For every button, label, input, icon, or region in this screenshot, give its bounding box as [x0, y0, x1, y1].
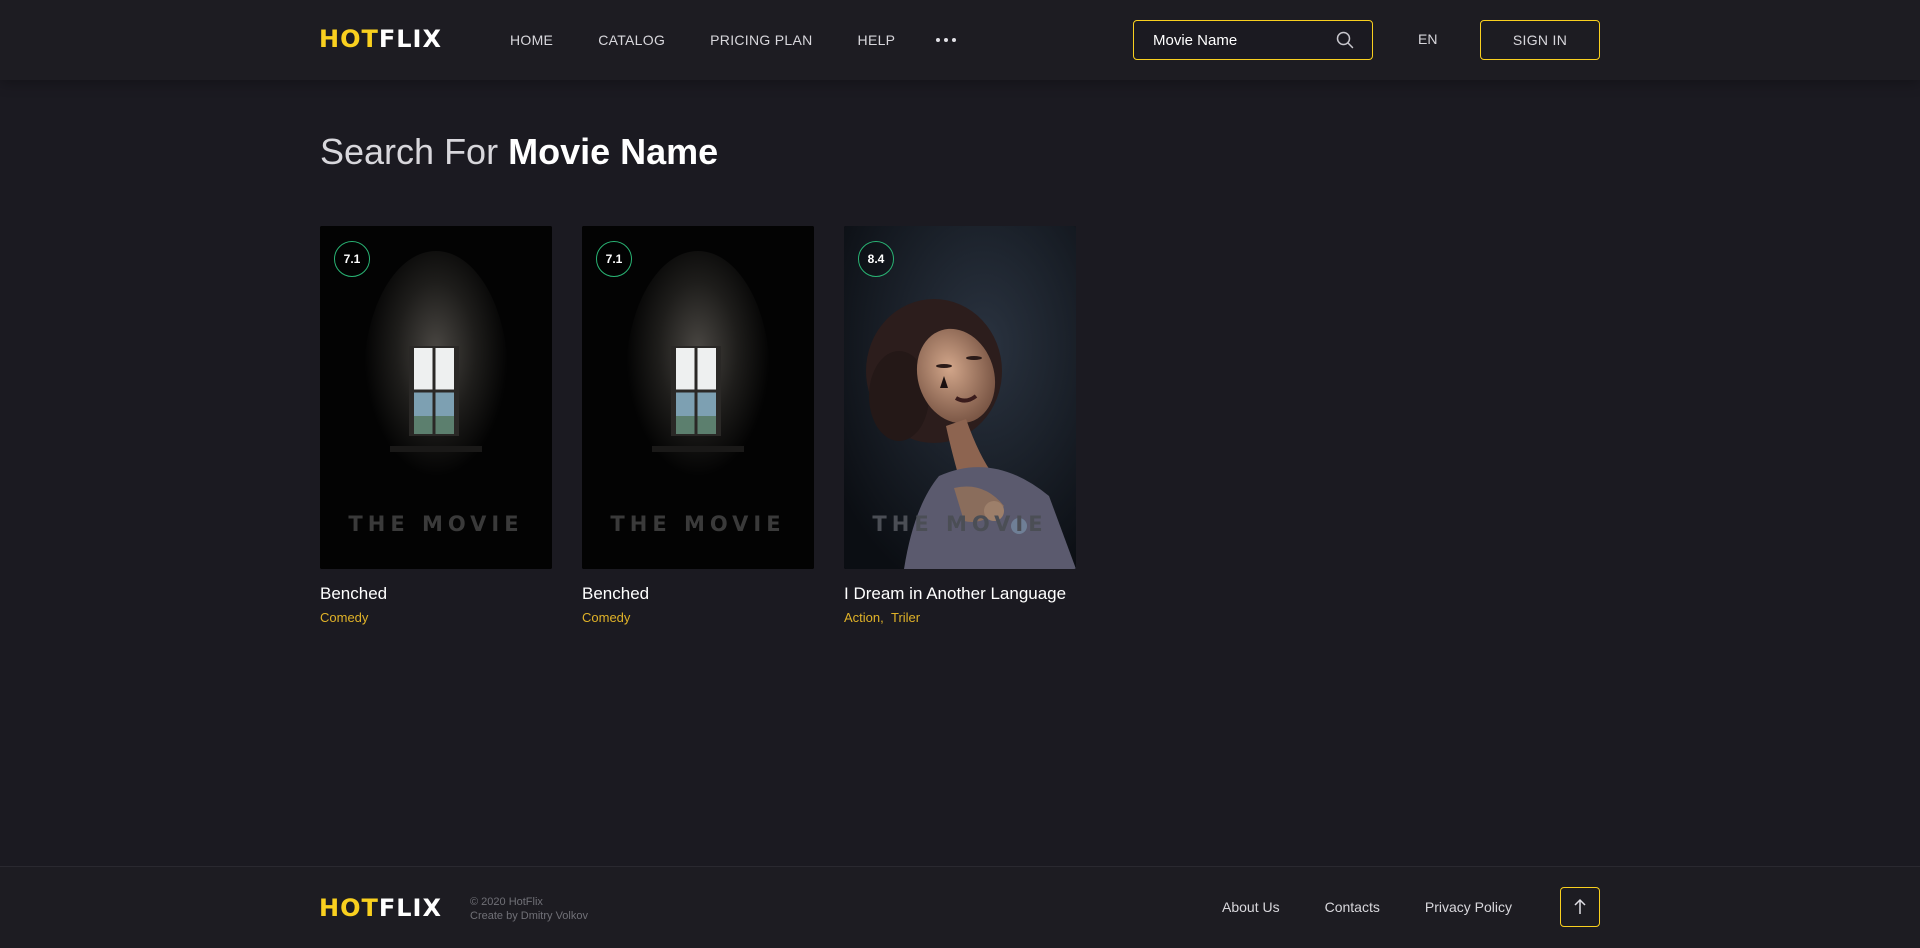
movie-title[interactable]: Benched — [582, 584, 814, 604]
nav-help[interactable]: HELP — [858, 32, 896, 48]
footer: HOTFLIX © 2020 HotFlix Create by Dmitry … — [0, 866, 1920, 948]
footer-copyright: © 2020 HotFlix Create by Dmitry Volkov — [470, 895, 588, 923]
footer-link-contacts[interactable]: Contacts — [1325, 899, 1380, 915]
movie-genres: Action, Triler — [844, 610, 1076, 625]
logo[interactable]: HOTFLIX — [319, 24, 442, 54]
logo-flix: FLIX — [378, 25, 442, 53]
scroll-to-top-button[interactable] — [1560, 887, 1600, 927]
nav-pricing-plan[interactable]: PRICING PLAN — [710, 32, 812, 48]
arrow-up-icon — [1574, 898, 1586, 914]
footer-logo[interactable]: HOTFLIX — [319, 893, 442, 923]
nav-catalog[interactable]: CATALOG — [598, 32, 665, 48]
genre-link[interactable]: Action — [844, 610, 880, 625]
poster-caption: THE MOVIE — [610, 512, 786, 536]
logo-hot: HOT — [319, 894, 379, 922]
page-title-prefix: Search For — [320, 131, 499, 172]
header: HOTFLIX HOME CATALOG PRICING PLAN HELP E… — [0, 0, 1920, 80]
search-input[interactable] — [1153, 21, 1333, 59]
page-title: Search For Movie Name — [320, 130, 718, 174]
movie-title[interactable]: I Dream in Another Language — [844, 584, 1076, 604]
page-title-query: Movie Name — [508, 131, 719, 172]
sign-in-button[interactable]: SIGN IN — [1480, 20, 1600, 60]
movie-poster[interactable]: 8.4 THE MOVIE — [844, 226, 1076, 569]
rating-badge: 7.1 — [596, 241, 632, 277]
main-nav: HOME CATALOG PRICING PLAN HELP — [510, 30, 957, 50]
logo-flix: FLIX — [378, 894, 442, 922]
genre-separator: , — [880, 610, 891, 625]
poster-caption: THE MOVIE — [348, 512, 524, 536]
search-form — [1133, 20, 1373, 60]
movie-card[interactable]: 8.4 THE MOVIE I Dream in Another Languag… — [844, 226, 1076, 625]
search-icon[interactable] — [1336, 31, 1354, 49]
footer-link-about-us[interactable]: About Us — [1222, 899, 1280, 915]
movie-card[interactable]: 7.1 THE MOVIE Benched Comedy — [582, 226, 814, 625]
credit-text: Create by Dmitry Volkov — [470, 910, 588, 922]
rating-badge: 7.1 — [334, 241, 370, 277]
more-icon[interactable] — [936, 30, 957, 50]
movie-genres: Comedy — [320, 610, 552, 625]
rating-badge: 8.4 — [858, 241, 894, 277]
movie-poster[interactable]: 7.1 THE MOVIE — [320, 226, 552, 569]
footer-nav: About Us Contacts Privacy Policy — [1177, 899, 1512, 915]
poster-caption: THE MOVIE — [872, 512, 1048, 536]
movie-poster[interactable]: 7.1 THE MOVIE — [582, 226, 814, 569]
language-selector[interactable]: EN — [1418, 31, 1437, 47]
movie-genres: Comedy — [582, 610, 814, 625]
logo-hot: HOT — [319, 25, 379, 53]
nav-home[interactable]: HOME — [510, 32, 553, 48]
movie-title[interactable]: Benched — [320, 584, 552, 604]
movie-card[interactable]: 7.1 THE MOVIE Benched Comedy — [320, 226, 552, 625]
footer-link-privacy-policy[interactable]: Privacy Policy — [1425, 899, 1512, 915]
genre-link[interactable]: Comedy — [582, 610, 630, 625]
copyright-text: © 2020 HotFlix — [470, 896, 543, 908]
genre-link[interactable]: Triler — [891, 610, 920, 625]
genre-link[interactable]: Comedy — [320, 610, 368, 625]
